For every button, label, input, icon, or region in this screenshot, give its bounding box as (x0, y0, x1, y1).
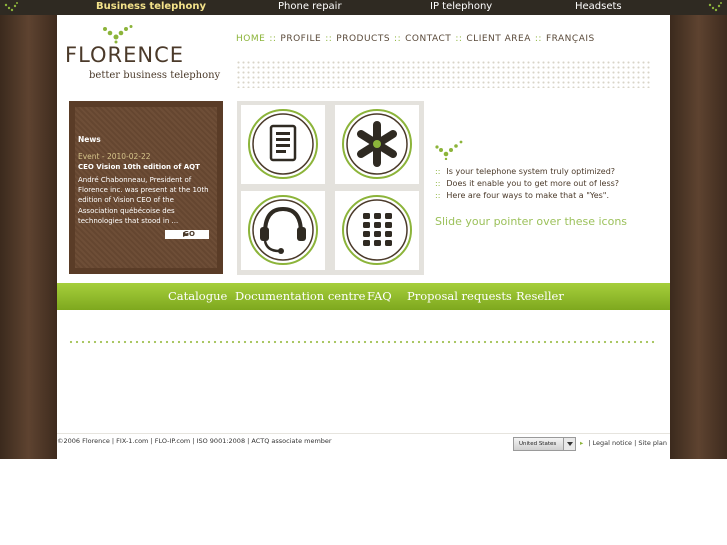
logo-mark-icon (103, 25, 133, 44)
florence-logo[interactable]: FLORENCE better business telephony (65, 25, 220, 85)
news-heading: News (78, 135, 101, 144)
nav-separator: :: (534, 34, 542, 44)
country-select-value: United States (519, 441, 557, 447)
topbar-ip-telephony[interactable]: IP telephony (430, 1, 492, 12)
promo-line-2: :: Does it enable you to get more out of … (435, 179, 620, 188)
nav-francais[interactable]: FRANÇAIS (546, 34, 595, 44)
link-reseller[interactable]: Reseller (516, 289, 564, 303)
chevron-down-icon[interactable] (563, 438, 575, 450)
footer-divider (57, 433, 670, 434)
link-catalogue[interactable]: Catalogue (168, 289, 227, 303)
decorative-dot-band (236, 60, 652, 88)
keypad-icon[interactable] (335, 191, 419, 270)
nav-separator: :: (325, 34, 333, 44)
topbar-headsets[interactable]: Headsets (575, 1, 622, 12)
nav-client-area[interactable]: CLIENT AREA (466, 34, 530, 44)
logo-wordmark: FLORENCE (65, 43, 185, 67)
nav-separator: :: (394, 34, 402, 44)
link-documentation-centre[interactable]: Documentation centre (235, 289, 365, 303)
play-arrow-icon (183, 232, 188, 237)
nav-contact[interactable]: CONTACT (405, 34, 451, 44)
nav-separator: :: (269, 34, 277, 44)
topbar-business-telephony[interactable]: Business telephony (96, 1, 206, 12)
left-wood-panel (0, 15, 57, 459)
footer-legal-links[interactable]: | Legal notice | Site plan (588, 439, 667, 447)
footer-links: ▸ | Legal notice | Site plan (580, 439, 667, 447)
topbar-phone-repair[interactable]: Phone repair (278, 1, 342, 12)
nav-products[interactable]: PRODUCTS (336, 34, 390, 44)
main-nav: HOME:: PROFILE:: PRODUCTS:: CONTACT:: CLIENT… (236, 34, 595, 44)
news-body: André Chabonneau, President of Florence … (78, 176, 209, 225)
link-faq[interactable]: FAQ (367, 289, 392, 303)
nav-profile[interactable]: PROFILE (280, 34, 321, 44)
news-event-date: Event - 2010-02-22 (78, 152, 151, 161)
headset-icon[interactable] (241, 191, 325, 270)
promo-line-1: :: Is your telephone system truly optimiz… (435, 167, 616, 176)
florence-mark-icon (435, 140, 463, 160)
country-select[interactable]: United States (513, 437, 576, 451)
link-proposal-requests[interactable]: Proposal requests (407, 289, 512, 303)
document-icon[interactable] (241, 105, 325, 184)
footer-copyright: ©2006 Florence | FIX-1.com | FLO-IP.com … (57, 437, 332, 445)
promo-hint: Slide your pointer over these icons (435, 215, 628, 228)
right-wood-panel (670, 15, 727, 459)
news-box: News Event - 2010-02-22 CEO Vision 10th … (69, 101, 223, 274)
asterisk-icon[interactable] (335, 105, 419, 184)
page: Business telephony Phone repair IP telep… (0, 0, 727, 545)
logo-tagline: better business telephony (89, 70, 221, 81)
promo-line-3: :: Here are four ways to make that a "Yes… (435, 191, 610, 200)
product-icon-grid (237, 101, 424, 275)
news-go-button[interactable]: GO (165, 230, 209, 239)
nav-home[interactable]: HOME (236, 34, 265, 44)
top-bar: Business telephony Phone repair IP telep… (0, 0, 727, 15)
news-title[interactable]: CEO Vision 10th edition of AQT (78, 163, 212, 171)
decorative-dot-divider (68, 340, 658, 344)
florence-mark-icon (4, 2, 18, 12)
secondary-nav-bar: Catalogue Documentation centre FAQ Propo… (57, 283, 670, 310)
florence-mark-icon (708, 2, 722, 12)
play-arrow-icon: ▸ (580, 439, 584, 447)
nav-separator: :: (455, 34, 463, 44)
